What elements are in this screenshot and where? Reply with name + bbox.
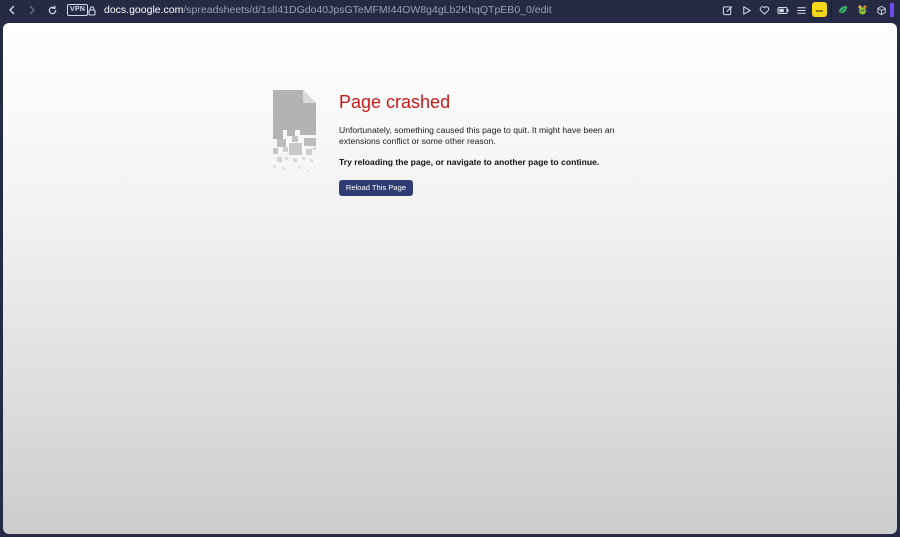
site-security-button[interactable] [85,3,99,17]
extension-button[interactable] [812,2,827,17]
edit-button[interactable] [720,3,734,17]
edit-icon [722,5,732,15]
favorite-button[interactable] [757,3,771,17]
sidebar-accent[interactable] [890,3,894,17]
crash-message: Unfortunately, something caused this pag… [339,125,615,146]
forward-button[interactable] [25,3,39,17]
reload-page-button[interactable]: Reload This Page [339,180,413,196]
battery-saver-button[interactable] [776,3,790,17]
broken-page-icon [273,90,316,172]
address-bar[interactable]: docs.google.com/spreadsheets/d/1slI41DGd… [104,3,552,17]
reload-icon [48,5,56,14]
cube-icon [876,5,886,15]
extension-cube-button[interactable] [874,3,888,17]
battery-icon [777,6,789,14]
url-domain: docs.google.com [104,4,184,16]
browser-toolbar: VPN docs.google.com/spreadsheets/d/1slI4… [0,0,900,21]
mascot-icon [857,5,867,15]
heart-icon [759,5,769,15]
back-button[interactable] [5,3,19,17]
page-content: Page crashed Unfortunately, something ca… [3,23,897,534]
url-path: /spreadsheets/d/1slI41DGdo40JpsGTeMFMI44… [183,4,552,16]
chevron-left-icon [9,5,15,15]
reload-button[interactable] [45,3,59,17]
play-icon [742,5,751,15]
play-button[interactable] [739,3,753,17]
leaf-icon [839,6,847,14]
toolbar-divider [831,0,832,21]
list-menu-icon [796,6,806,14]
extension-mascot-button[interactable] [855,3,869,17]
lock-icon [88,5,96,16]
crash-hint: Try reloading the page, or navigate to a… [339,157,600,167]
extension-icon [816,10,823,12]
menu-button[interactable] [794,3,808,17]
extension-leaf-button[interactable] [836,3,850,17]
page-title: Page crashed [339,92,451,112]
chevron-right-icon [29,5,35,15]
